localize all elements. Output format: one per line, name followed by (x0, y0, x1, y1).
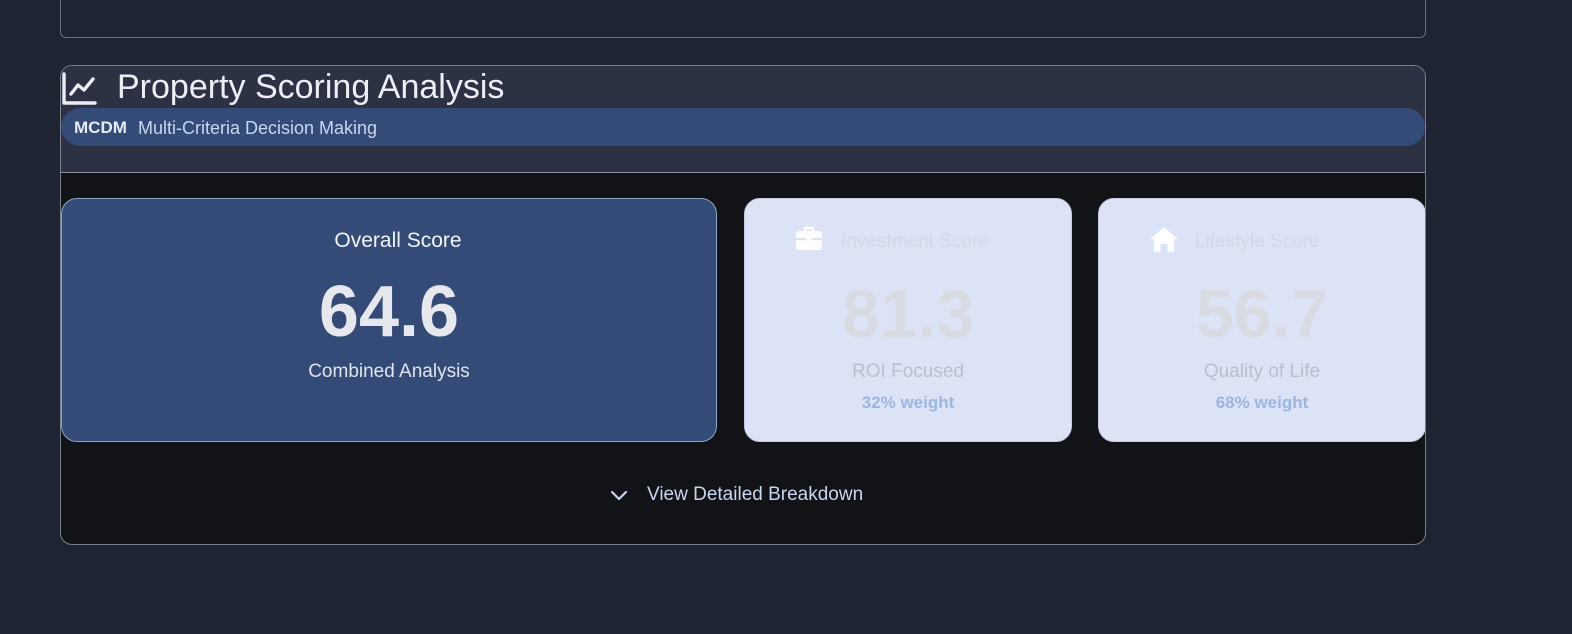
investment-score-title: Investment Score (841, 231, 989, 252)
lifestyle-score-subtitle: Quality of Life (1203, 361, 1321, 382)
property-scoring-card: Property Scoring Analysis MCDM Multi-Cri… (60, 65, 1426, 545)
lifestyle-weight: 68% weight (1215, 393, 1309, 412)
home-icon (1149, 225, 1178, 253)
badge-abbreviation: MCDM (74, 118, 127, 137)
investment-weight: 32% weight (861, 393, 955, 412)
lifestyle-score-card: Lifestyle Score 56.7 Quality of Life 68%… (1098, 198, 1425, 442)
investment-score-subtitle: ROI Focused (852, 361, 964, 382)
previous-card (60, 0, 1426, 38)
chevron-down-icon (609, 486, 629, 506)
page-title: Property Scoring Analysis (117, 68, 505, 106)
badge-description: Multi-Criteria Decision Making (138, 118, 378, 138)
breakdown-label: View Detailed Breakdown (647, 484, 864, 505)
mcdm-badge: MCDM Multi-Criteria Decision Making (61, 108, 1425, 146)
card-header: Property Scoring Analysis MCDM Multi-Cri… (61, 66, 1425, 173)
briefcase-icon (795, 225, 823, 253)
lifestyle-score-title: Lifestyle Score (1195, 231, 1320, 252)
overall-score-title: Overall Score (334, 229, 462, 252)
investment-score-value: 81.3 (841, 276, 975, 352)
overall-score-value: 64.6 (318, 272, 460, 352)
overall-score-subtitle: Combined Analysis (308, 361, 470, 382)
lifestyle-score-value: 56.7 (1195, 276, 1329, 352)
line-chart-icon (61, 72, 97, 106)
overall-score-card: Overall Score 64.6 Combined Analysis (61, 198, 717, 442)
investment-score-card: Investment Score 81.3 ROI Focused 32% we… (744, 198, 1072, 442)
investment-score-header: Investment Score (745, 225, 1071, 255)
lifestyle-score-header: Lifestyle Score (1099, 225, 1425, 255)
